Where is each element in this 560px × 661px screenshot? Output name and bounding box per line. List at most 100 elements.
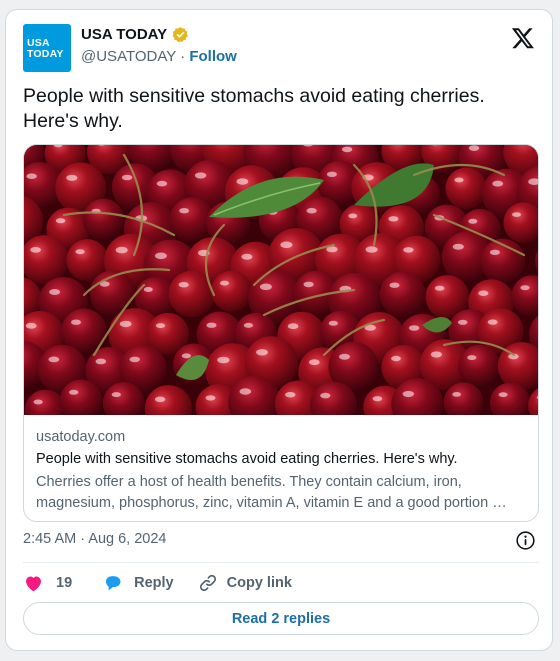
cherry-shape: [211, 270, 253, 312]
reply-button[interactable]: Reply: [102, 573, 174, 594]
cherry-highlight: [259, 283, 272, 291]
cherry-highlight: [236, 178, 249, 185]
cherry-highlight: [388, 216, 399, 222]
action-bar: 19 Reply Copy link: [23, 571, 292, 595]
cherry-highlight: [489, 249, 500, 255]
cherry-highlight: [326, 171, 337, 177]
cherry-shape: [379, 271, 426, 318]
account-avatar[interactable]: USA TODAY: [23, 24, 71, 72]
cherry-highlight: [179, 208, 190, 214]
cherry-highlight: [49, 289, 61, 295]
cherry-highlight: [119, 320, 132, 328]
cherry-highlight: [365, 246, 378, 253]
cherry-highlight: [467, 355, 477, 361]
handle-row: @USATODAY · Follow: [81, 48, 237, 65]
cherry-highlight: [205, 395, 216, 401]
cherry-highlight: [389, 282, 400, 288]
cherry-highlight: [430, 351, 442, 358]
cherry-highlight: [121, 174, 133, 181]
speech-bubble-icon: [106, 575, 121, 590]
cherry-highlight: [206, 322, 217, 328]
cherry-highlight: [520, 285, 530, 291]
cherry-highlight: [454, 177, 464, 183]
cherry-highlight: [241, 253, 253, 260]
cherry-highlight: [468, 145, 480, 151]
cherries-image: [24, 145, 538, 415]
cherry-highlight: [194, 172, 207, 179]
cherry-highlight: [33, 399, 43, 405]
cherry-highlight: [487, 319, 498, 325]
cherry-highlight: [457, 319, 468, 325]
embedded-tweet-card: USA TODAY USA TODAY @USATODAY · Follow P…: [5, 9, 553, 651]
copy-link-button[interactable]: Copy link: [198, 573, 292, 593]
tweet-timestamp[interactable]: 2:45 AM · Aug 6, 2024: [23, 531, 167, 547]
cherry-highlight: [71, 319, 81, 325]
cherry-highlight: [156, 180, 168, 187]
cherry-highlight: [26, 173, 37, 179]
cherry-highlight: [403, 247, 414, 253]
separator-dot: ·: [180, 48, 186, 65]
cherry-highlight: [287, 323, 299, 330]
cherry-highlight: [256, 349, 268, 356]
cherry-highlight: [434, 285, 445, 291]
cherry-highlight: [95, 358, 107, 365]
link-domain: usatoday.com: [36, 429, 126, 445]
cherry-highlight: [154, 252, 167, 260]
like-button[interactable]: 19: [23, 573, 72, 594]
cherry-highlight: [115, 246, 128, 254]
cherry-highlight: [69, 389, 79, 395]
cherry-highlight: [391, 355, 401, 362]
cherry-highlight: [25, 322, 37, 329]
read-replies-button[interactable]: Read 2 replies: [23, 602, 539, 635]
cherry-highlight: [341, 146, 353, 153]
cherry-highlight: [478, 290, 489, 296]
cherry-highlight: [348, 213, 358, 219]
cherry-highlight: [468, 218, 478, 224]
cherry-highlight: [402, 390, 414, 398]
heart-icon: [26, 576, 41, 591]
x-logo-icon[interactable]: [511, 26, 535, 50]
logo-text-line2: TODAY: [27, 47, 64, 60]
cherry-highlight: [239, 388, 252, 395]
cherry-highlight: [143, 287, 153, 292]
cherry-highlight: [155, 323, 166, 329]
cherry-highlight: [66, 174, 78, 181]
cherry-highlight: [452, 243, 464, 250]
account-handle[interactable]: @USATODAY: [81, 48, 176, 65]
info-icon[interactable]: [515, 530, 536, 551]
cherry-highlight: [220, 280, 229, 286]
name-row: USA TODAY: [81, 26, 189, 43]
cherry-highlight: [328, 320, 338, 326]
display-name[interactable]: USA TODAY: [81, 26, 167, 43]
link-preview-card[interactable]: usatoday.com People with sensitive stoma…: [23, 144, 539, 522]
divider: [23, 562, 539, 563]
cherry-highlight: [339, 353, 350, 360]
cherry-highlight: [217, 356, 230, 364]
cherry-highlight: [129, 356, 140, 363]
cherry-highlight: [154, 396, 166, 403]
cherry-highlight: [280, 241, 293, 249]
reply-label: Reply: [134, 575, 174, 591]
link-description: Cherries offer a host of health benefits…: [36, 474, 507, 511]
tweet-text: People with sensitive stomachs avoid eat…: [23, 85, 485, 132]
cherry-shape: [445, 167, 487, 209]
cherry-highlight: [303, 281, 314, 288]
cherry-highlight: [372, 396, 383, 402]
cherry-highlight: [181, 353, 191, 359]
link-icon: [199, 574, 216, 592]
cherry-highlight: [48, 356, 60, 363]
follow-link[interactable]: Follow: [189, 48, 237, 65]
cherry-highlight: [285, 391, 296, 398]
cherry-highlight: [408, 325, 420, 331]
cherry-highlight: [111, 392, 121, 398]
link-title: People with sensitive stomachs avoid eat…: [36, 451, 458, 467]
cherries-photo[interactable]: [24, 145, 538, 415]
cherry-highlight: [452, 392, 461, 397]
cherry-highlight: [55, 218, 66, 224]
cherry-highlight: [306, 207, 317, 214]
cherry-highlight: [492, 180, 504, 187]
cherry-highlight: [308, 359, 320, 366]
cherry-highlight: [75, 249, 85, 255]
logo-text-line1: USA: [27, 36, 50, 49]
cherry-highlight: [178, 281, 189, 288]
